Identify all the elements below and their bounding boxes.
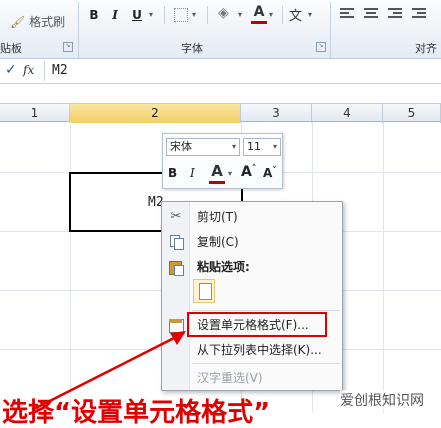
format-painter-button[interactable]: 🖌 格式刷 [10,12,76,32]
align-left-icon[interactable] [340,8,354,20]
bold-button[interactable]: B [86,6,102,24]
mini-font-color-button[interactable]: A [209,162,225,184]
ribbon: 🖌 格式刷 贴板 ↘ B I U ▾ ▾ ◈ ▾ A ▾ 文 ▾ 字体 ↘ 对齐 [0,0,441,59]
grow-font-letter: A [241,164,252,180]
font-color-button[interactable]: A [251,4,267,24]
align-center-icon[interactable] [364,8,378,20]
font-color-letter: A [253,4,265,20]
menu-item-paste-options-label: 粘贴选项: [197,260,250,274]
clipboard-group-label: 贴板 [0,42,22,55]
shrink-font-button[interactable]: A˅ [263,166,277,180]
fill-color-icon[interactable]: ◈ [218,5,236,23]
border-icon[interactable] [174,8,188,22]
font-name-combo[interactable]: 宋体 ▾ [166,138,240,156]
paste-icon [168,259,184,276]
watermark: 爱创根知识网 [340,390,424,410]
menu-item-paste-options: 粘贴选项: [162,256,342,278]
column-header-row: 1 2 3 4 5 [0,103,441,123]
menu-item-pick-from-list[interactable]: 从下拉列表中选择(K)... [162,339,342,361]
formula-bar: ✓ fx M2 [0,59,441,84]
column-header-2[interactable]: 2 [70,104,241,123]
font-color-bar [251,21,267,24]
grow-font-mark: ˄ [251,164,257,174]
format-painter-label: 格式刷 [29,15,66,29]
border-dropdown-icon[interactable]: ▾ [192,10,196,19]
clipboard-icon [199,283,212,300]
shrink-font-letter: A [263,166,273,180]
highlight-box [187,312,327,337]
grow-font-button[interactable]: A˄ [241,164,256,180]
menu-item-copy[interactable]: 复制(C) [162,231,342,253]
mini-font-color-dropdown-icon[interactable]: ▾ [228,169,232,178]
font-color-dropdown-icon[interactable]: ▾ [269,10,273,19]
font-size-dropdown-icon[interactable]: ▾ [273,139,277,155]
mini-bold-button[interactable]: B [168,166,177,180]
column-header-5[interactable]: 5 [383,104,441,123]
fill-dropdown-icon[interactable]: ▾ [238,10,242,19]
formula-input[interactable]: M2 [52,63,68,78]
align-right-icon[interactable] [388,8,402,20]
menu-item-hanzi-reselect[interactable]: 汉字重选(V) [162,367,342,389]
copy-icon [168,234,184,250]
font-launcher-icon[interactable]: ↘ [316,42,326,52]
mini-italic-button[interactable]: I [190,166,195,180]
mini-font-color-bar [209,181,225,184]
mini-font-color-letter: A [211,162,223,180]
enter-check-icon[interactable]: ✓ [5,62,17,78]
paintbrush-icon: 🖌 [10,15,26,29]
scissors-icon: ✂ [170,209,182,224]
column-header-3[interactable]: 3 [241,104,312,123]
font-group-label: 字体 [181,42,203,55]
format-cells-icon [168,317,184,333]
menu-item-copy-label: 复制(C) [197,235,239,249]
menu-item-cut-label: 剪切(T) [197,210,238,224]
indent-icon[interactable] [412,8,426,20]
wen-letter: 文 [289,9,303,24]
column-header-1[interactable]: 1 [0,104,70,123]
underline-dropdown-icon[interactable]: ▾ [149,10,153,19]
font-name-value: 宋体 [170,140,192,153]
font-name-dropdown-icon[interactable]: ▾ [232,139,236,155]
alignment-group-label: 对齐 [415,42,437,55]
mini-toolbar: 宋体 ▾ 11 ▾ B I A ▾ A˄ A˅ [162,133,283,189]
instruction-caption: 选择“设置单元格格式” [2,398,271,428]
shrink-font-mark: ˅ [272,166,277,176]
font-size-value: 11 [247,140,261,153]
font-size-combo[interactable]: 11 ▾ [243,138,281,156]
italic-button[interactable]: I [108,6,122,24]
column-header-4[interactable]: 4 [312,104,383,123]
menu-item-pick-from-list-label: 从下拉列表中选择(K)... [197,343,322,357]
phonetic-dropdown-icon[interactable]: ▾ [308,10,312,19]
context-menu: ✂ 剪切(T) 复制(C) 粘贴选项: 设置单元格格式(F)... 从下拉列表中… [161,201,343,391]
paste-option-button[interactable] [193,279,215,303]
menu-item-cut[interactable]: ✂ 剪切(T) [162,206,342,228]
insert-function-icon[interactable]: fx [23,63,34,77]
clipboard-launcher-icon[interactable]: ↘ [63,42,73,52]
underline-button[interactable]: U [130,6,144,24]
phonetic-guide-icon[interactable]: 文 [289,5,309,25]
menu-item-hanzi-reselect-label: 汉字重选(V) [197,371,263,385]
